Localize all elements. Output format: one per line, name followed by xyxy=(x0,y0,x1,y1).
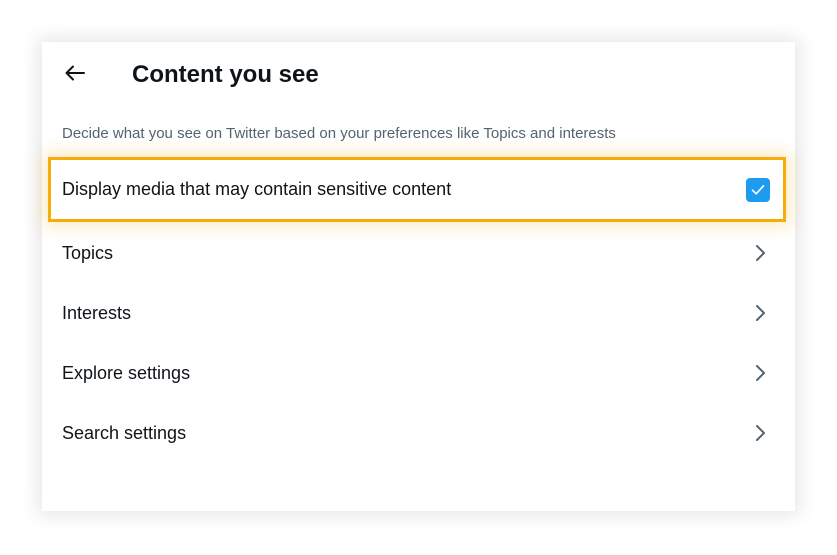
sensitive-media-label: Display media that may contain sensitive… xyxy=(62,179,452,199)
page-title: Content you see xyxy=(132,61,319,88)
menu-item-label: Interests xyxy=(62,302,132,323)
chevron-right-icon xyxy=(756,425,765,441)
menu-item-label: Topics xyxy=(62,242,114,263)
chevron-right-icon xyxy=(756,305,765,321)
menu-item-explore-settings[interactable]: Explore settings xyxy=(42,343,795,403)
arrow-left-icon xyxy=(65,65,85,81)
page: Content you see Decide what you see on T… xyxy=(0,0,837,555)
chevron-right-icon xyxy=(756,245,765,261)
menu-item-search-settings[interactable]: Search settings xyxy=(42,403,795,463)
menu-item-label: Search settings xyxy=(62,422,187,443)
sensitive-media-checkbox[interactable] xyxy=(746,177,770,202)
checkmark-icon xyxy=(751,184,765,195)
menu-item-interests[interactable]: Interests xyxy=(42,283,795,343)
page-description: Decide what you see on Twitter based on … xyxy=(62,125,616,142)
chevron-right-icon xyxy=(756,365,765,381)
menu-item-label: Explore settings xyxy=(62,362,191,383)
settings-panel: Content you see Decide what you see on T… xyxy=(42,42,795,511)
menu-item-topics[interactable]: Topics xyxy=(42,223,795,283)
panel-header: Content you see xyxy=(42,42,795,110)
back-button[interactable] xyxy=(62,60,88,86)
sensitive-media-setting[interactable]: Display media that may contain sensitive… xyxy=(42,160,795,219)
